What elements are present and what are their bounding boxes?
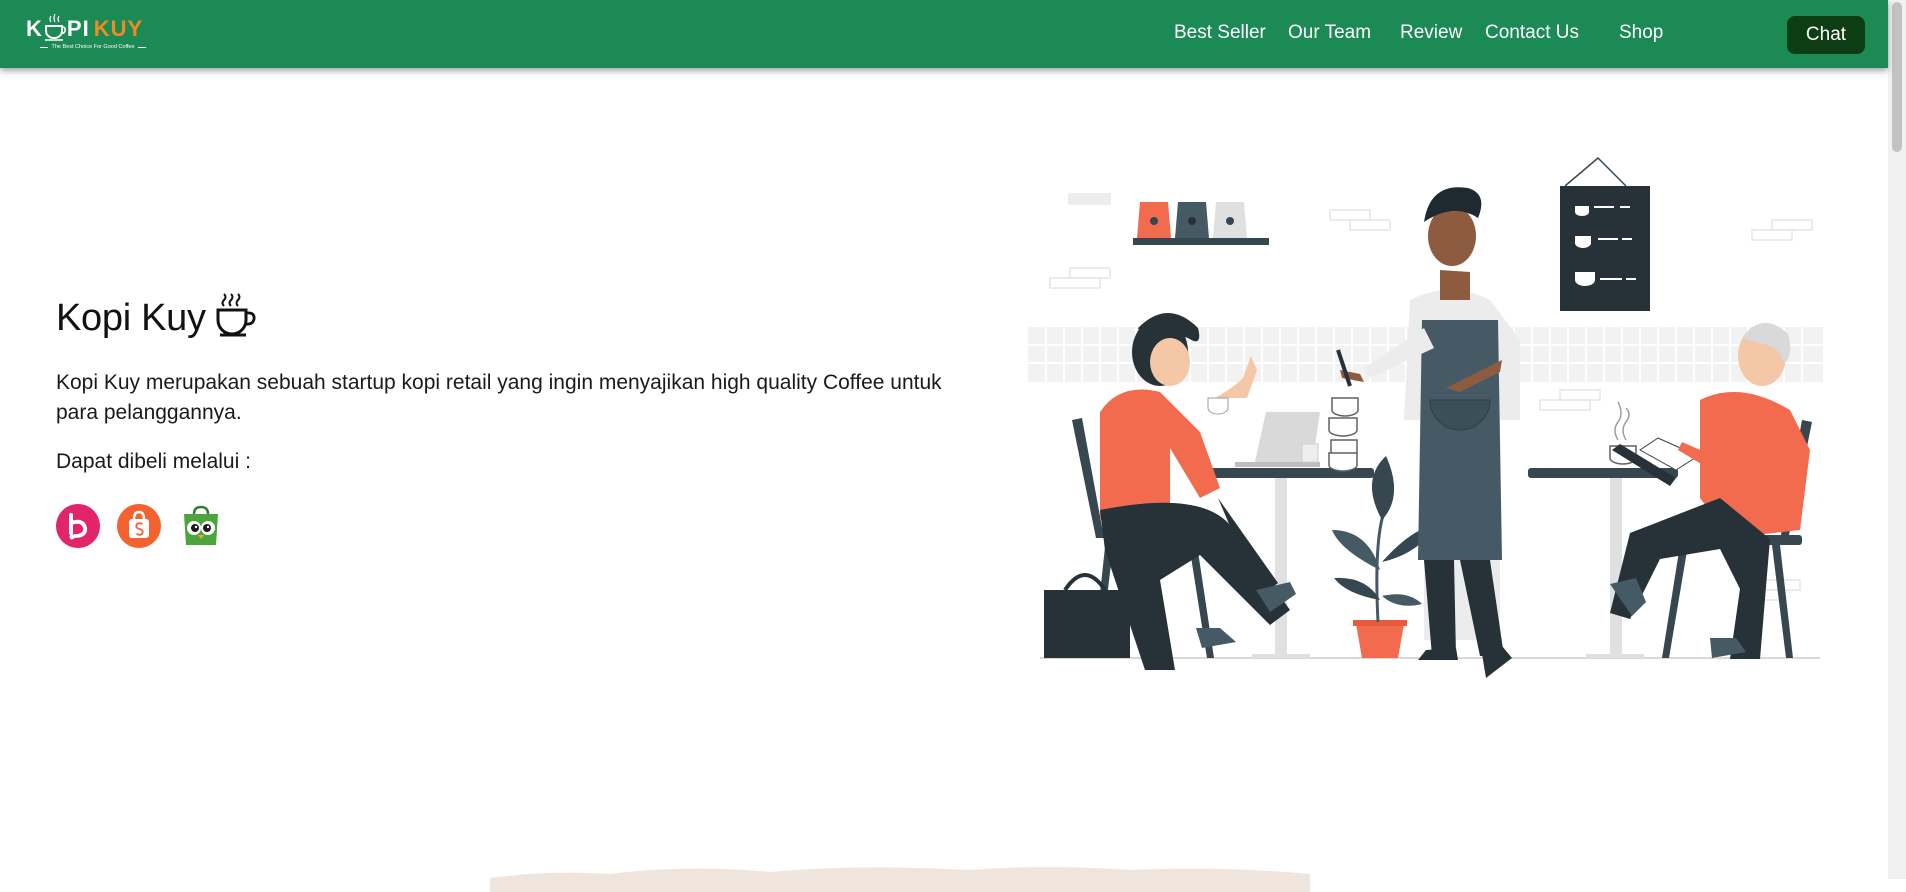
nav-contact-us[interactable]: Contact Us — [1485, 22, 1579, 44]
handbag — [1044, 573, 1130, 658]
hero-description: Kopi Kuy merupakan sebuah startup kopi r… — [56, 371, 942, 424]
logo-text-k: K — [26, 16, 43, 41]
purchase-label: Dapat dibeli melalui : — [56, 450, 251, 473]
page-scrollbar[interactable] — [1888, 0, 1906, 879]
hero-title-text: Kopi Kuy — [56, 297, 206, 339]
menu-board — [1560, 156, 1650, 311]
nav-our-team[interactable]: Our Team — [1288, 22, 1371, 44]
logo-tagline: The Best Choice For Good Coffee — [51, 44, 135, 50]
blibli-icon[interactable] — [56, 504, 100, 548]
scrollbar-thumb[interactable] — [1892, 2, 1902, 152]
logo-cup-icon — [44, 13, 66, 41]
tokopedia-icon[interactable] — [179, 504, 223, 548]
bottom-decor-wave — [490, 867, 1310, 892]
hero-title: Kopi Kuy — [56, 288, 262, 340]
chat-button[interactable]: Chat — [1787, 16, 1865, 54]
coffee-shelf — [1133, 202, 1269, 245]
coffee-cup-icon — [216, 293, 256, 337]
nav-shop[interactable]: Shop — [1619, 22, 1663, 44]
logo-text-pi: PI — [66, 16, 90, 41]
brand-logo[interactable]: K PI KUY The Best Choice For Good Coffee — [26, 12, 146, 56]
shopee-icon[interactable] — [117, 504, 161, 548]
cafe-illustration — [1028, 156, 1823, 678]
logo-text-kuy: KUY — [93, 16, 144, 41]
nav-best-seller[interactable]: Best Seller — [1174, 22, 1266, 44]
nav-review[interactable]: Review — [1400, 22, 1462, 44]
navbar: K PI KUY The Best Choice For Good Coffee… — [0, 0, 1888, 68]
logo-tagline-row: The Best Choice For Good Coffee — [26, 44, 146, 50]
barista-figure — [1336, 187, 1520, 678]
